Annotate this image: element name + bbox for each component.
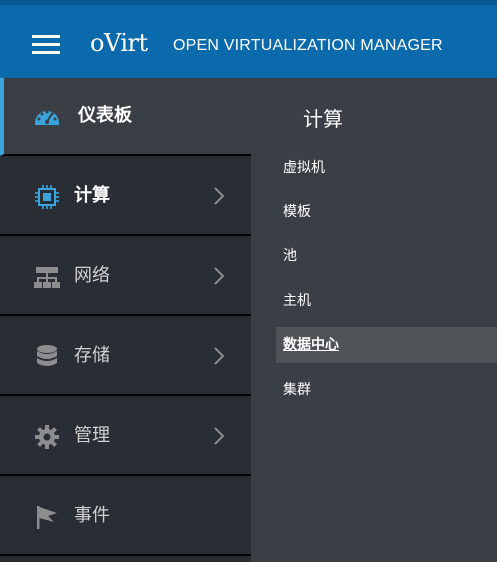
hamburger-menu-icon[interactable] [32, 35, 60, 55]
network-icon [34, 267, 60, 288]
submenu-item-clusters[interactable]: 集群 [276, 372, 497, 408]
database-icon [37, 345, 57, 366]
submenu-title: 计算 [303, 107, 343, 131]
sidebar-item-dashboard[interactable]: 仪表板 [0, 78, 251, 156]
sidebar-item-label: 计算 [74, 185, 110, 206]
chevron-right-icon [214, 267, 225, 285]
sidebar-item-label: 网络 [74, 265, 110, 286]
app-title: OPEN VIRTUALIZATION MANAGER [173, 37, 443, 54]
compute-submenu: 计算 虚拟机 模板 池 主机 数据中心 集群 [251, 78, 497, 562]
chevron-right-icon [214, 427, 225, 445]
cpu-icon [35, 185, 59, 209]
dashboard-icon [35, 110, 59, 125]
sidebar-item-label: 仪表板 [78, 105, 132, 126]
submenu-item-virtual-machines[interactable]: 虚拟机 [276, 150, 497, 186]
submenu-item-templates[interactable]: 模板 [276, 194, 497, 230]
ovirt-logo[interactable]: oVirt [90, 29, 148, 57]
submenu-item-hosts[interactable]: 主机 [276, 283, 497, 319]
chevron-right-icon [214, 187, 225, 205]
sidebar-item-label: 存储 [74, 345, 110, 366]
sidebar-item-compute[interactable]: 计算 [0, 158, 251, 236]
submenu-item-pools[interactable]: 池 [276, 238, 497, 274]
sidebar-item-network[interactable]: 网络 [0, 238, 251, 316]
gear-icon [35, 425, 59, 449]
chevron-right-icon [214, 347, 225, 365]
flag-icon [37, 506, 57, 529]
sidebar-item-label: 事件 [74, 505, 110, 526]
sidebar-item-events[interactable]: 事件 [0, 478, 251, 556]
sidebar-item-label: 管理 [74, 425, 110, 446]
sidebar-item-storage[interactable]: 存储 [0, 318, 251, 396]
top-navbar: oVirt OPEN VIRTUALIZATION MANAGER [0, 0, 497, 78]
sidebar-item-administration[interactable]: 管理 [0, 398, 251, 476]
sidebar: 仪表板 计算 网络 存储 管理 事件 [0, 78, 251, 562]
submenu-item-data-centers[interactable]: 数据中心 [276, 327, 497, 363]
